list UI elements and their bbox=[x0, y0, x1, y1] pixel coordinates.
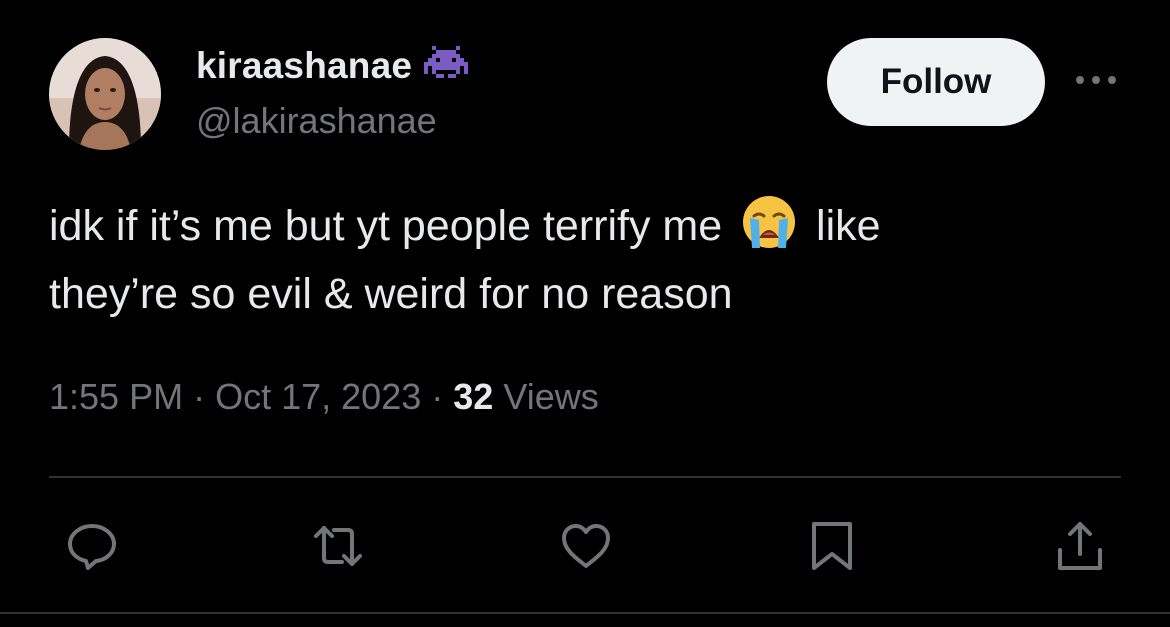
reply-icon bbox=[68, 524, 116, 570]
author-handle[interactable]: @lakirashanae bbox=[196, 100, 437, 142]
tweet-card: kiraashanae @lakirashanae Follow idk if … bbox=[0, 0, 1170, 627]
reply-button[interactable] bbox=[64, 518, 120, 574]
tweet-text: idk if it’s me but yt people terrify me … bbox=[49, 192, 1129, 328]
tweet-date[interactable]: Oct 17, 2023 bbox=[215, 376, 421, 417]
retweet-icon bbox=[314, 526, 362, 566]
like-button[interactable] bbox=[558, 518, 614, 574]
meta-separator: · bbox=[431, 376, 444, 417]
bookmark-icon bbox=[812, 522, 852, 570]
author-name-row: kiraashanae bbox=[196, 40, 469, 92]
views-count: 32 bbox=[453, 376, 494, 417]
tweet-time[interactable]: 1:55 PM bbox=[49, 376, 183, 417]
alien-monster-icon bbox=[424, 46, 469, 86]
loudly-crying-face-icon bbox=[740, 194, 798, 252]
tweet-text-line2: they’re so evil & weird for no reason bbox=[49, 270, 733, 318]
avatar[interactable] bbox=[49, 38, 161, 150]
tweet-text-part1: idk if it’s me but yt people terrify me bbox=[49, 202, 723, 250]
divider bbox=[0, 612, 1170, 614]
views-label: Views bbox=[503, 376, 599, 417]
divider bbox=[49, 476, 1121, 478]
author-display-name[interactable]: kiraashanae bbox=[196, 45, 412, 87]
like-icon bbox=[562, 524, 610, 568]
follow-button[interactable]: Follow bbox=[827, 38, 1045, 126]
tweet-text-part2: like bbox=[816, 202, 881, 250]
bookmark-button[interactable] bbox=[804, 518, 860, 574]
meta-separator: · bbox=[193, 376, 206, 417]
share-button[interactable] bbox=[1052, 518, 1108, 574]
tweet-meta: 1:55 PM · Oct 17, 2023 · 32 Views bbox=[49, 376, 599, 418]
more-options-button[interactable] bbox=[1072, 62, 1120, 98]
avatar-image bbox=[49, 38, 161, 150]
retweet-button[interactable] bbox=[310, 518, 366, 574]
share-icon bbox=[1058, 522, 1102, 570]
more-icon bbox=[1076, 76, 1116, 84]
